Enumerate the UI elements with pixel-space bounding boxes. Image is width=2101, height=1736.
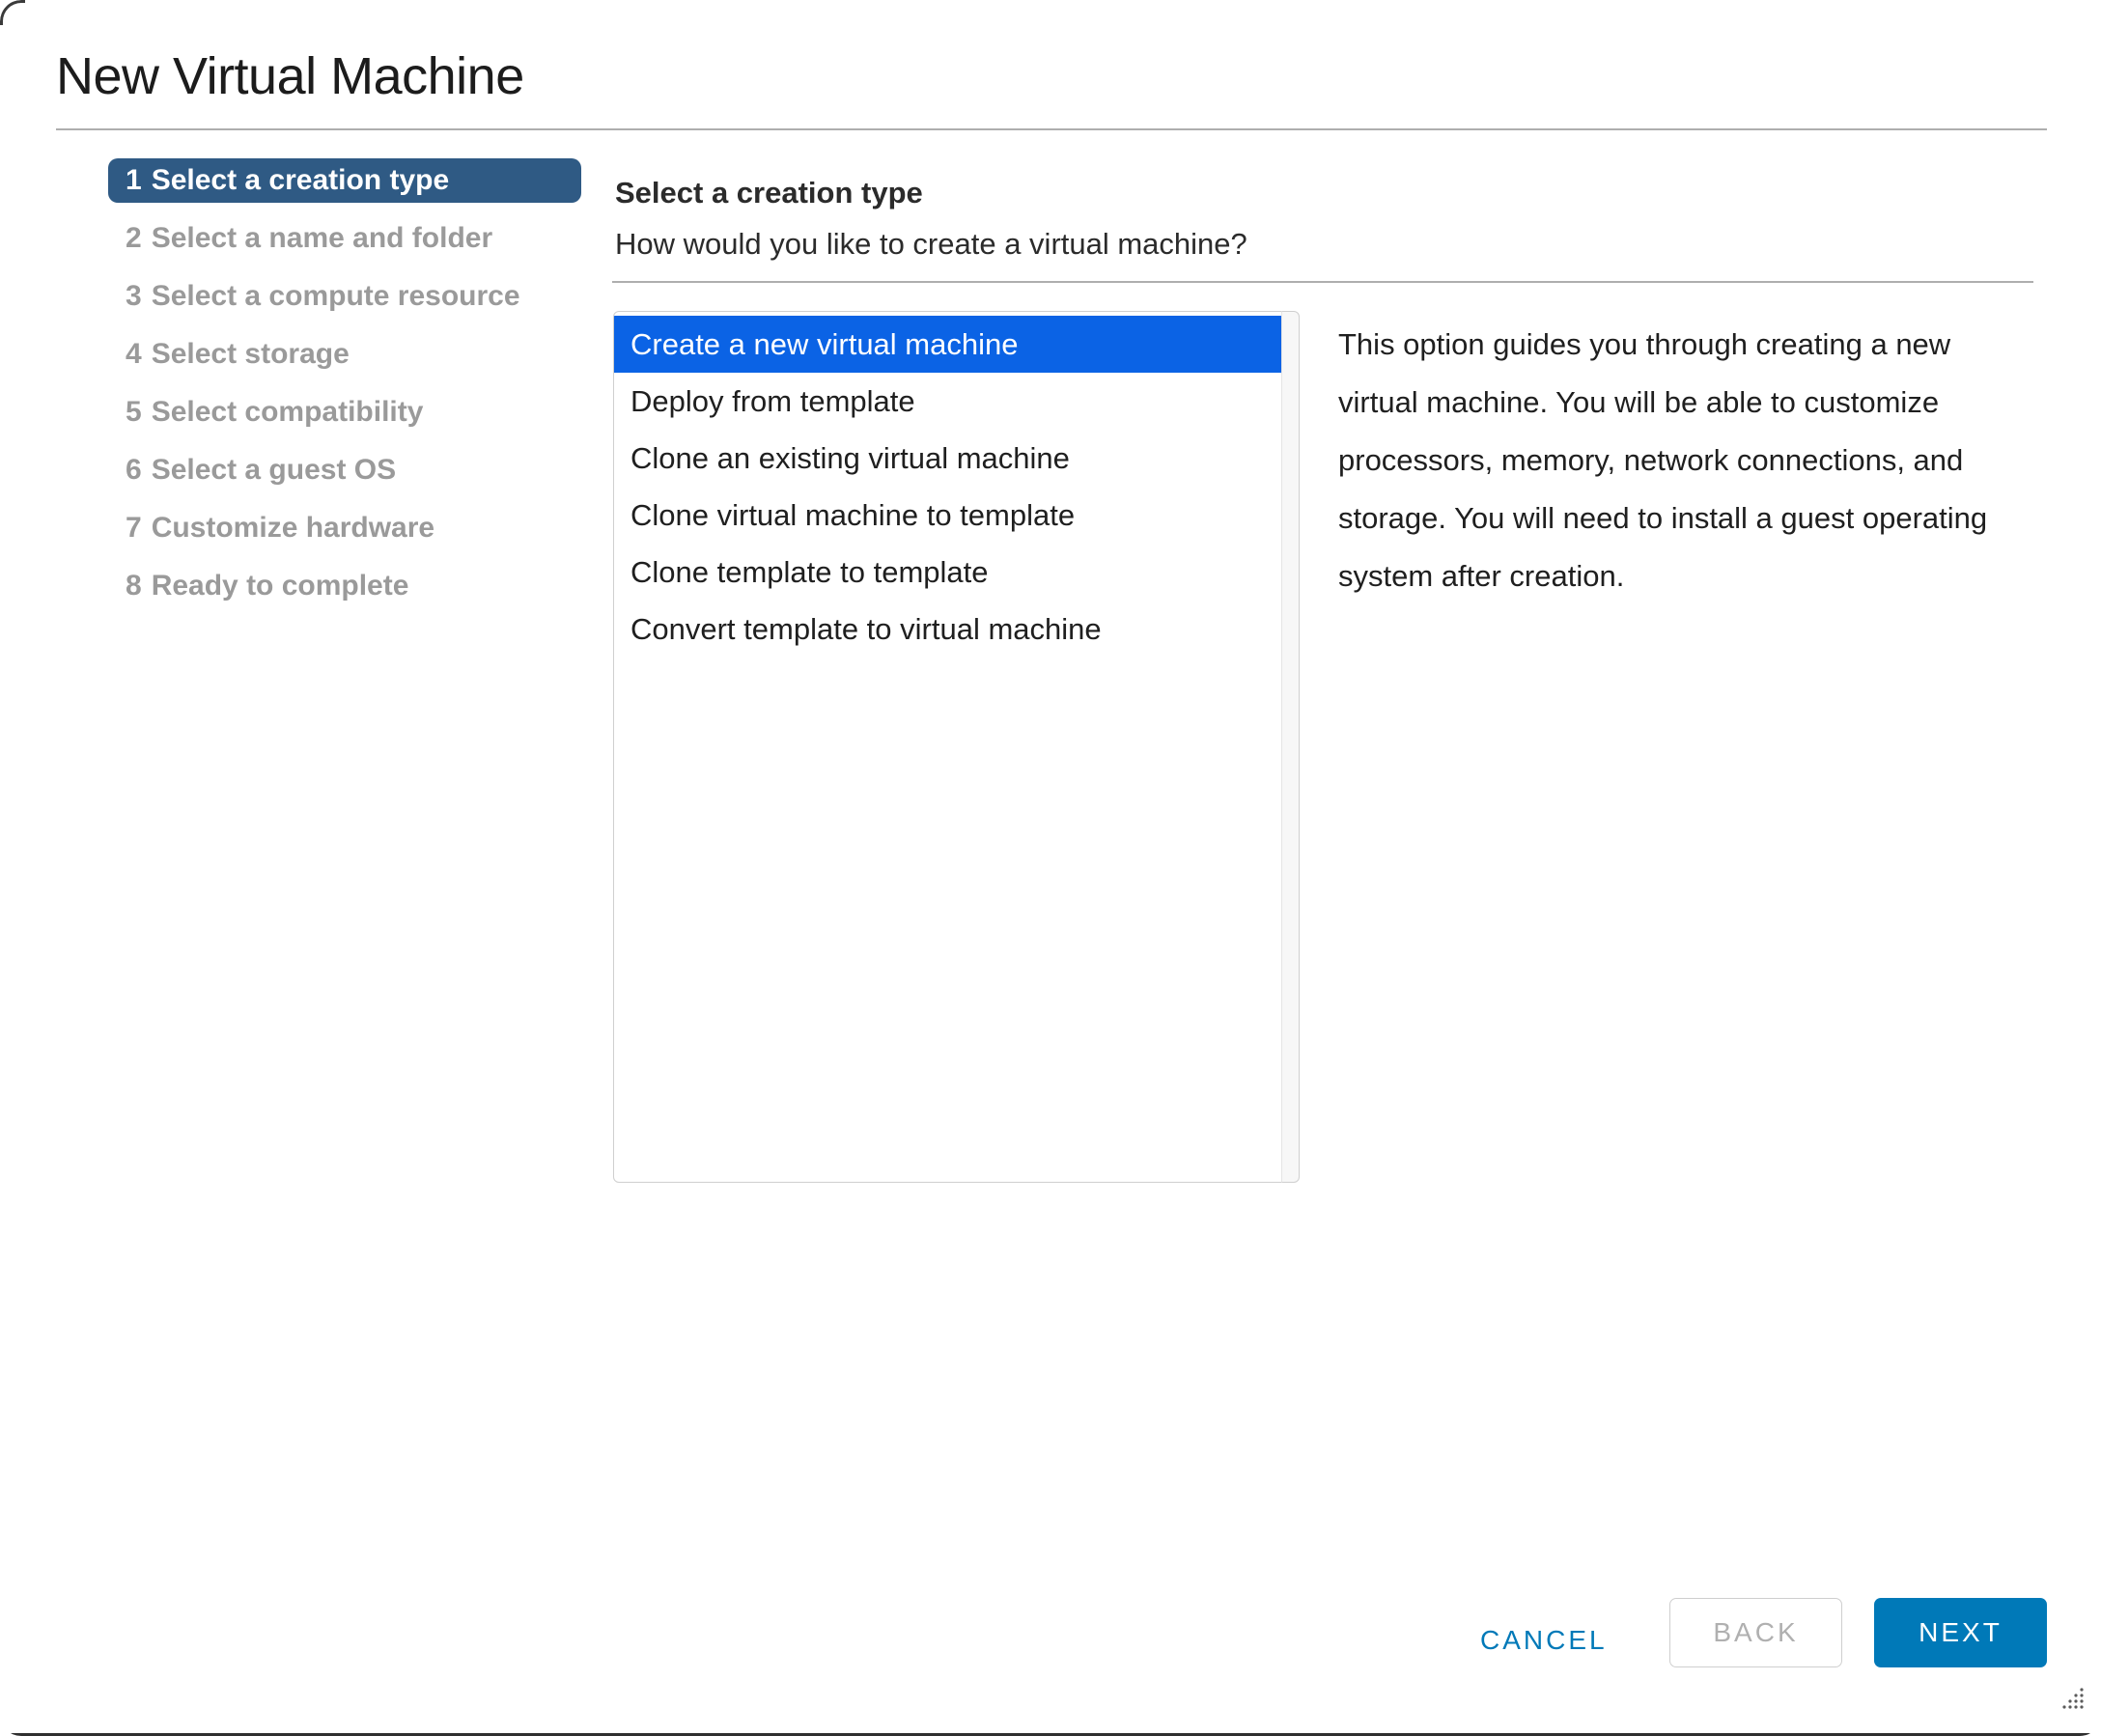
sidebar-item-customize-hardware[interactable]: 7 Customize hardware <box>108 506 581 550</box>
back-button[interactable]: BACK <box>1669 1598 1842 1667</box>
list-item-convert-template-to-virtual-machine[interactable]: Convert template to virtual machine <box>614 601 1296 658</box>
next-button[interactable]: NEXT <box>1874 1598 2047 1667</box>
step-number: 4 <box>126 338 142 370</box>
content-divider <box>612 281 2033 283</box>
step-number: 5 <box>126 396 142 428</box>
step-label: Select a compute resource <box>151 280 520 312</box>
step-number: 6 <box>126 454 142 486</box>
main-question: How would you like to create a virtual m… <box>615 227 1247 261</box>
step-number: 3 <box>126 280 142 312</box>
step-number: 8 <box>126 570 142 602</box>
page-title: New Virtual Machine <box>56 47 524 105</box>
step-label: Select storage <box>151 338 350 370</box>
step-label: Customize hardware <box>151 512 435 544</box>
cancel-button[interactable]: CANCEL <box>1471 1611 1617 1669</box>
sidebar-item-select-compatibility[interactable]: 5 Select compatibility <box>108 390 581 434</box>
window-bottom-edge <box>0 1728 2101 1736</box>
sidebar-item-ready-to-complete[interactable]: 8 Ready to complete <box>108 564 581 608</box>
window-corner <box>0 0 25 25</box>
sidebar-item-select-a-creation-type[interactable]: 1 Select a creation type <box>108 158 581 203</box>
sidebar-item-select-a-guest-os[interactable]: 6 Select a guest OS <box>108 448 581 492</box>
step-label: Select a name and folder <box>151 222 493 254</box>
listbox-scrollbar[interactable] <box>1281 311 1300 1183</box>
new-virtual-machine-dialog: New Virtual Machine 1 Select a creation t… <box>0 0 2101 1736</box>
header-divider <box>56 128 2047 130</box>
list-item-deploy-from-template[interactable]: Deploy from template <box>614 373 1296 430</box>
creation-type-listbox[interactable]: Create a new virtual machine Deploy from… <box>613 311 1297 1183</box>
dialog-footer: CANCEL BACK NEXT <box>0 1598 2101 1694</box>
wizard-step-list: 1 Select a creation type 2 Select a name a… <box>108 158 581 622</box>
sidebar-item-select-a-compute-resource[interactable]: 3 Select a compute resource <box>108 274 581 319</box>
main-heading: Select a creation type <box>615 176 923 210</box>
list-item-clone-template-to-template[interactable]: Clone template to template <box>614 544 1296 601</box>
resize-grip-icon[interactable] <box>2057 1684 2086 1713</box>
list-item-clone-an-existing-virtual-machine[interactable]: Clone an existing virtual machine <box>614 430 1296 487</box>
step-label: Select a guest OS <box>151 454 397 486</box>
list-item-clone-virtual-machine-to-template[interactable]: Clone virtual machine to template <box>614 487 1296 544</box>
sidebar-item-select-storage[interactable]: 4 Select storage <box>108 332 581 377</box>
step-number: 7 <box>126 512 142 544</box>
description-panel: This option guides you through creating … <box>1338 316 2004 605</box>
step-number: 2 <box>126 222 142 254</box>
description-text: This option guides you through creating … <box>1338 327 1988 593</box>
list-item-create-a-new-virtual-machine[interactable]: Create a new virtual machine <box>614 316 1296 373</box>
step-label: Ready to complete <box>151 570 409 602</box>
step-label: Select a creation type <box>151 164 450 196</box>
step-label: Select compatibility <box>151 396 424 428</box>
sidebar-item-select-a-name-and-folder[interactable]: 2 Select a name and folder <box>108 216 581 261</box>
step-number: 1 <box>126 164 142 196</box>
